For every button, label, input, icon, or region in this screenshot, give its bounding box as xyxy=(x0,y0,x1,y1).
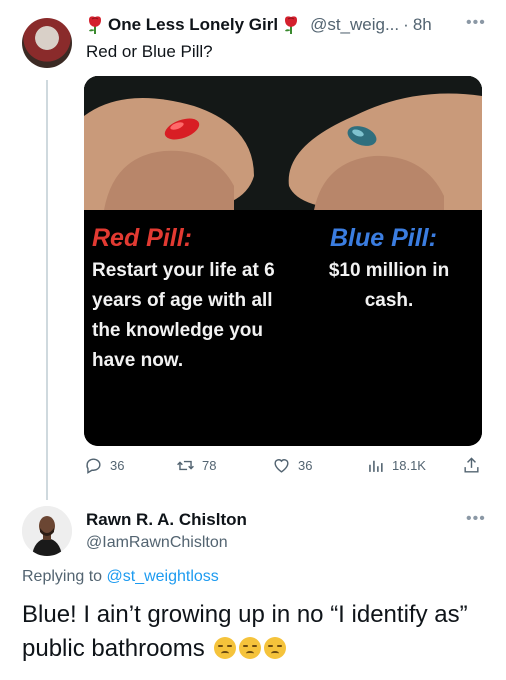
tweet-text: Red or Blue Pill? xyxy=(86,42,213,61)
unamused-emoji-icon xyxy=(264,637,287,659)
reply-text: Blue! I ain’t growing up in no “I identi… xyxy=(22,598,492,666)
rose-emoji-icon xyxy=(285,16,298,34)
red-pill-heading: Red Pill: xyxy=(92,224,193,252)
views-icon xyxy=(369,460,383,472)
person-photo xyxy=(22,506,72,556)
share-icon xyxy=(464,457,479,473)
replying-to-link[interactable]: @st_weightloss xyxy=(107,568,219,585)
retweet-icon xyxy=(177,460,194,471)
unamused-emoji-icon xyxy=(239,637,262,659)
reply-author-name[interactable]: Rawn R. A. Chislton xyxy=(86,510,247,530)
red-pill-body: Restart your life at 6 years of age with… xyxy=(92,260,275,371)
retweet-count: 78 xyxy=(202,458,217,473)
reply-icon xyxy=(86,458,101,474)
share-button[interactable] xyxy=(462,456,481,475)
views-button[interactable]: 18.1K xyxy=(366,456,426,475)
author-name[interactable]: One Less Lonely Girl xyxy=(108,15,278,35)
avatar[interactable] xyxy=(22,18,72,68)
reply-count: 36 xyxy=(110,458,125,473)
author-handle[interactable]: @st_weig... xyxy=(310,15,399,35)
tweet-time[interactable]: 8h xyxy=(413,15,432,35)
reply-avatar[interactable] xyxy=(22,506,72,556)
hands-pills-image xyxy=(84,76,482,210)
unamused-emoji-icon xyxy=(214,637,237,659)
rose-emoji-icon xyxy=(89,16,101,34)
views-count: 18.1K xyxy=(392,458,426,473)
blue-pill-body: $10 million in cash. xyxy=(328,260,450,311)
tweet-header: One Less Lonely Girl @st_weig... · 8h xyxy=(86,14,432,36)
more-icon[interactable]: ••• xyxy=(466,14,486,32)
like-icon xyxy=(274,459,289,473)
replying-to: Replying to @st_weightloss xyxy=(22,568,219,586)
retweet-button[interactable]: 78 xyxy=(176,456,216,475)
replying-prefix: Replying to xyxy=(22,568,103,585)
like-count: 36 xyxy=(298,458,313,473)
tweet-media[interactable]: Red Pill: Restart your life at 6 years o… xyxy=(84,76,482,446)
time-separator: · xyxy=(403,15,409,34)
reply-author-handle[interactable]: @IamRawnChislton xyxy=(86,534,228,552)
reply-button[interactable]: 36 xyxy=(84,456,124,475)
blue-pill-heading: Blue Pill: xyxy=(330,224,437,252)
thread-line xyxy=(46,80,48,500)
like-button[interactable]: 36 xyxy=(272,456,312,475)
action-bar: 36 78 36 18.1K xyxy=(84,456,482,478)
more-icon[interactable]: ••• xyxy=(466,510,486,528)
